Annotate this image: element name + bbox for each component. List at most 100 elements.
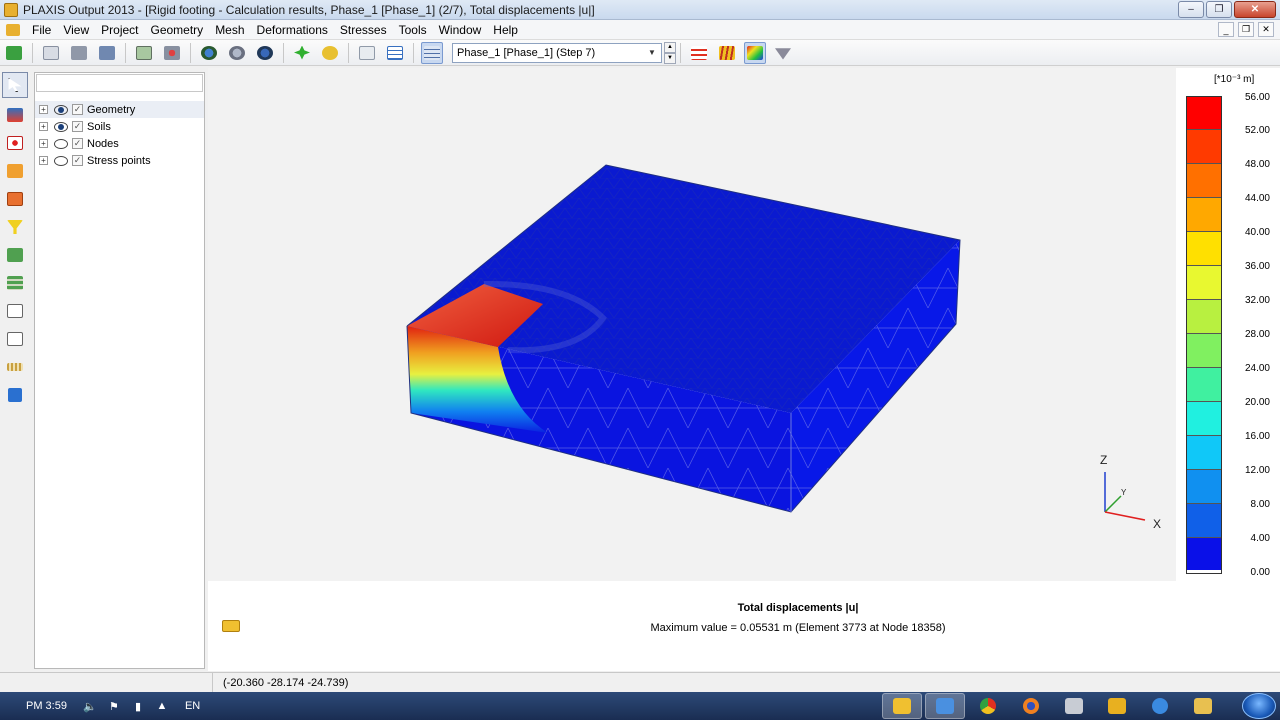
taskbar-firefox[interactable] bbox=[1011, 693, 1051, 719]
legend-segment bbox=[1187, 300, 1221, 334]
taskbar-media-player[interactable] bbox=[1097, 693, 1137, 719]
tree-checkbox[interactable]: ✓ bbox=[72, 155, 83, 166]
minimize-button[interactable]: ‒ bbox=[1178, 1, 1204, 18]
document-minimize-button[interactable]: _ bbox=[1218, 22, 1234, 37]
drag-points-tool-button[interactable] bbox=[4, 104, 26, 126]
taskbar-calculator[interactable] bbox=[1054, 693, 1094, 719]
cross-section-tool-button[interactable] bbox=[4, 160, 26, 182]
tree-item-label: Soils bbox=[87, 120, 111, 133]
menu-file[interactable]: File bbox=[26, 23, 57, 37]
zoom-window-icon bbox=[257, 45, 273, 60]
expand-icon[interactable]: + bbox=[39, 122, 48, 131]
ruler-tool-button[interactable] bbox=[4, 356, 26, 378]
select-points-icon bbox=[7, 136, 23, 150]
phase-selector[interactable]: Phase_1 [Phase_1] (Step 7) ▼ bbox=[452, 42, 662, 63]
report-button[interactable] bbox=[96, 42, 118, 64]
rotate-view-button[interactable] bbox=[319, 42, 341, 64]
taskbar-chrome[interactable] bbox=[968, 693, 1008, 719]
shadings-button[interactable] bbox=[744, 41, 766, 64]
copy-button[interactable] bbox=[40, 42, 62, 64]
tree-checkbox[interactable]: ✓ bbox=[72, 104, 83, 115]
model-3d-render[interactable]: Z Y X bbox=[208, 68, 1176, 581]
menu-project[interactable]: Project bbox=[95, 23, 144, 37]
contour-lines-button[interactable] bbox=[716, 42, 738, 64]
tree-item-stress-points[interactable]: + ✓ Stress points bbox=[35, 152, 204, 169]
clock[interactable]: PM 3:59 bbox=[26, 700, 67, 712]
x-axis-label: X bbox=[1153, 517, 1161, 531]
legend-segment bbox=[1187, 232, 1221, 266]
expand-icon[interactable]: + bbox=[39, 156, 48, 165]
menu-help[interactable]: Help bbox=[487, 23, 524, 37]
visibility-eye-icon[interactable] bbox=[54, 121, 68, 132]
tree-item-label: Geometry bbox=[87, 103, 136, 116]
distance-measure-tool-button[interactable] bbox=[4, 300, 26, 322]
model-view-area[interactable]: Z Y X bbox=[208, 68, 1176, 581]
taskbar-internet-explorer[interactable] bbox=[1140, 693, 1180, 719]
open-project-button[interactable] bbox=[3, 42, 25, 64]
notification-icon[interactable]: ⚑ bbox=[107, 699, 121, 713]
tree-item-nodes[interactable]: + ✓ Nodes bbox=[35, 135, 204, 152]
document-icon[interactable] bbox=[6, 23, 20, 36]
start-button[interactable] bbox=[1242, 693, 1276, 719]
vertical-section-tool-button[interactable] bbox=[4, 244, 26, 266]
table-icon bbox=[387, 45, 403, 60]
side-toolbar bbox=[0, 68, 30, 668]
legend-tick: 28.00 bbox=[1244, 329, 1270, 340]
visibility-eye-icon[interactable] bbox=[54, 104, 68, 115]
menu-tools[interactable]: Tools bbox=[393, 23, 433, 37]
zoom-in-button[interactable] bbox=[198, 42, 220, 64]
pan-button[interactable] bbox=[291, 42, 313, 64]
language-indicator[interactable]: EN bbox=[185, 700, 200, 712]
taskbar-file-explorer[interactable] bbox=[1183, 693, 1223, 719]
restore-button[interactable]: ❐ bbox=[1206, 1, 1232, 18]
main-toolbar: Phase_1 [Phase_1] (Step 7) ▼ ▲ ▼ bbox=[0, 40, 1280, 66]
print-button[interactable] bbox=[68, 42, 90, 64]
tree-item-geometry[interactable]: + ✓ Geometry bbox=[35, 101, 204, 118]
document-close-button[interactable]: ✕ bbox=[1258, 22, 1274, 37]
visibility-eye-icon[interactable] bbox=[54, 155, 68, 166]
arrows-view-button[interactable] bbox=[688, 42, 710, 64]
forces-view-button[interactable] bbox=[161, 42, 183, 64]
export-image-button[interactable] bbox=[133, 42, 155, 64]
isosurfaces-button[interactable] bbox=[772, 42, 794, 64]
menu-deformations[interactable]: Deformations bbox=[251, 23, 334, 37]
hint-box-tool-button[interactable] bbox=[4, 216, 26, 238]
phase-list-button[interactable] bbox=[421, 41, 443, 64]
expand-icon[interactable]: + bbox=[39, 105, 48, 114]
expand-icon[interactable]: + bbox=[39, 139, 48, 148]
tree-item-soils[interactable]: + ✓ Soils bbox=[35, 118, 204, 135]
output-viewport[interactable]: Z Y X [*10⁻³ m] 56.00 52.00 48.00 44.00 … bbox=[208, 68, 1280, 671]
taskbar-plaxis-output[interactable] bbox=[882, 693, 922, 719]
graph-tool-button[interactable] bbox=[4, 328, 26, 350]
document-restore-button[interactable]: ❐ bbox=[1238, 22, 1254, 37]
tree-checkbox[interactable]: ✓ bbox=[72, 138, 83, 149]
show-hidden-icons-button[interactable]: ▲ bbox=[155, 699, 169, 713]
model-explorer-search-input[interactable] bbox=[36, 74, 203, 92]
table-button[interactable] bbox=[384, 42, 406, 64]
network-icon[interactable]: ▮ bbox=[131, 699, 145, 713]
menu-stresses[interactable]: Stresses bbox=[334, 23, 393, 37]
menu-geometry[interactable]: Geometry bbox=[145, 23, 210, 37]
taskbar-plaxis-3d[interactable] bbox=[925, 693, 965, 719]
curve-points-tool-button[interactable] bbox=[4, 188, 26, 210]
visibility-eye-icon[interactable] bbox=[54, 138, 68, 149]
phase-step-up-button[interactable]: ▲ bbox=[664, 41, 676, 53]
legend-segment bbox=[1187, 368, 1221, 402]
tree-checkbox[interactable]: ✓ bbox=[72, 121, 83, 132]
phase-step-down-button[interactable]: ▼ bbox=[664, 52, 676, 64]
fit-view-button[interactable] bbox=[356, 42, 378, 64]
info-button[interactable] bbox=[4, 384, 26, 406]
zoom-window-button[interactable] bbox=[254, 42, 276, 64]
menu-window[interactable]: Window bbox=[433, 23, 488, 37]
menu-mesh[interactable]: Mesh bbox=[209, 23, 250, 37]
select-tool-button[interactable] bbox=[2, 72, 28, 98]
select-points-tool-button[interactable] bbox=[4, 132, 26, 154]
volume-icon[interactable]: 🔈 bbox=[83, 699, 97, 713]
zoom-out-button[interactable] bbox=[226, 42, 248, 64]
horizontal-section-tool-button[interactable] bbox=[4, 272, 26, 294]
menu-view[interactable]: View bbox=[57, 23, 95, 37]
internet-explorer-icon bbox=[1152, 698, 1168, 714]
close-button[interactable]: ✕ bbox=[1234, 1, 1276, 18]
plaxis-app-icon bbox=[4, 2, 18, 17]
chevron-down-icon[interactable]: ▼ bbox=[645, 45, 659, 61]
